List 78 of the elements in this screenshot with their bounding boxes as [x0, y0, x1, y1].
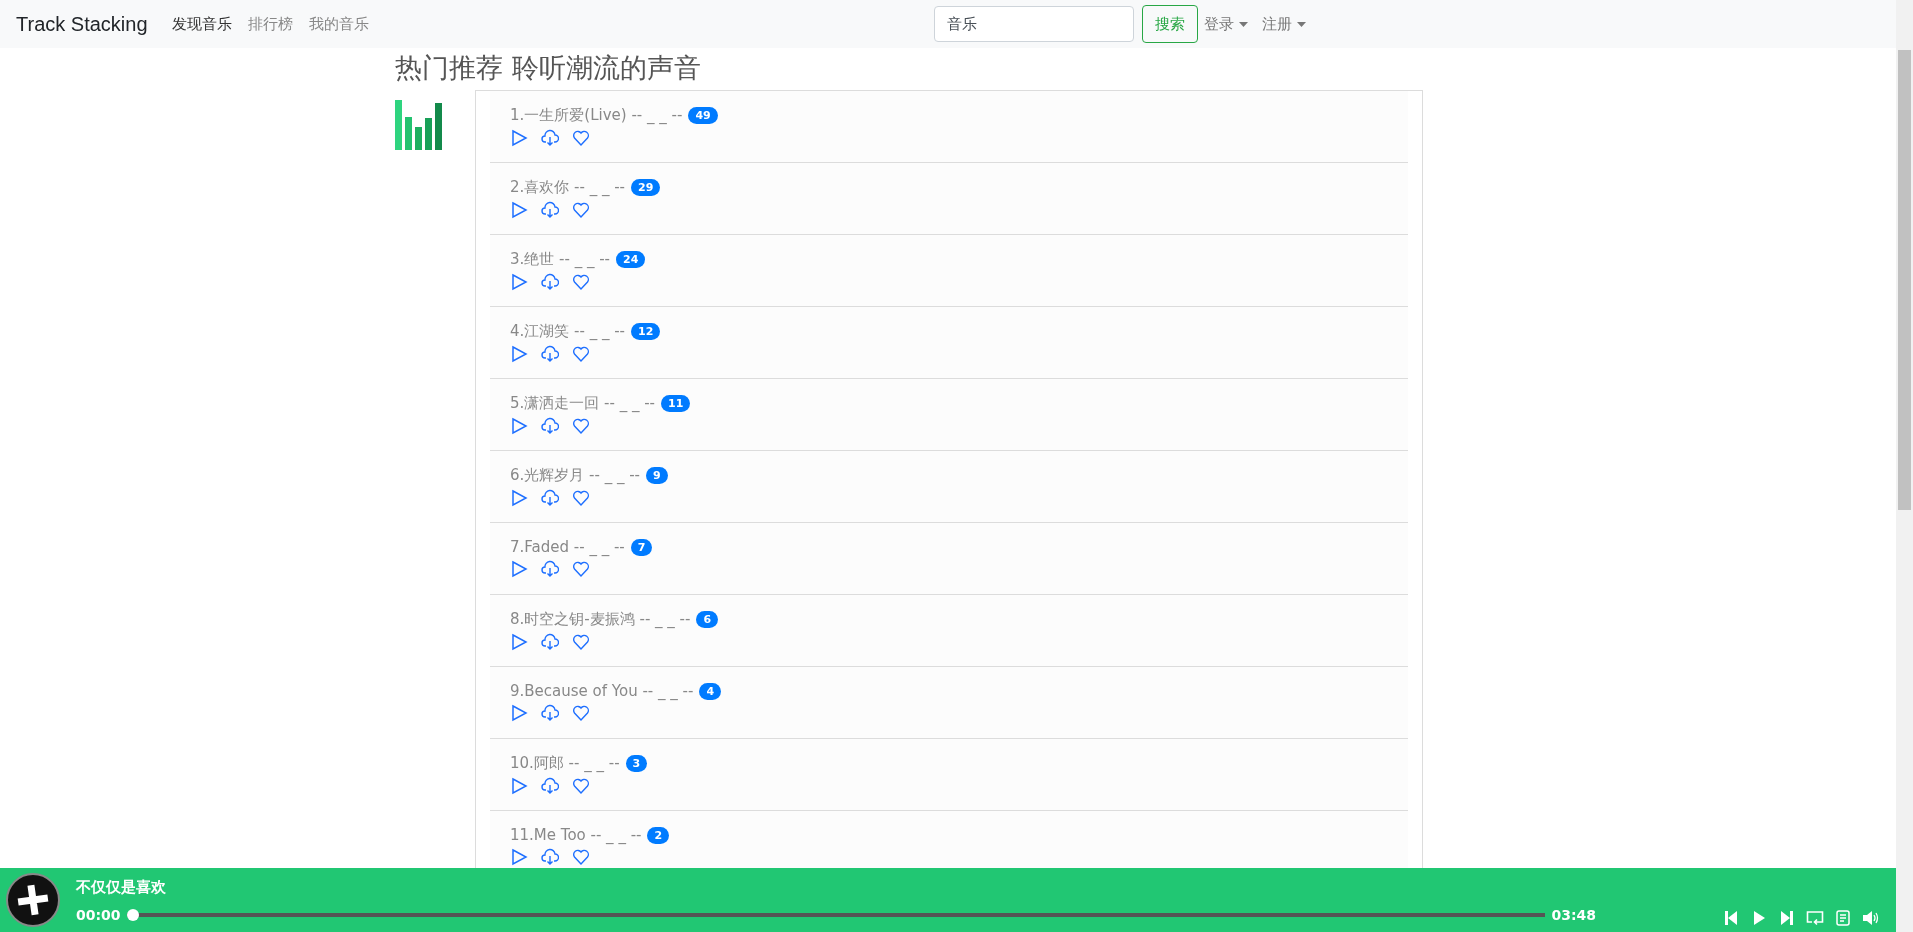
play-count-badge: 2: [647, 826, 670, 844]
caret-icon: [1297, 21, 1306, 27]
song-title[interactable]: 4.江湖笑 -- _ _ --: [510, 322, 626, 341]
song-title[interactable]: 8.时空之钥-麦振鸿 -- _ _ --: [510, 610, 691, 629]
song-title[interactable]: 3.绝世 -- _ _ --: [510, 250, 611, 269]
current-time: 00:00: [76, 906, 121, 923]
play-count-badge: 12: [631, 323, 661, 340]
repeat-icon[interactable]: [1806, 910, 1824, 926]
heart-icon[interactable]: [572, 129, 590, 147]
dropdown-menu[interactable]: 注册: [1262, 14, 1292, 34]
heart-icon[interactable]: [572, 273, 590, 291]
song-title[interactable]: 5.潇洒走一回 -- _ _ --: [510, 394, 656, 413]
play-icon[interactable]: [510, 273, 528, 291]
cloud-download-icon[interactable]: [541, 345, 559, 363]
heart-icon[interactable]: [572, 560, 590, 578]
play-icon[interactable]: [510, 704, 528, 722]
play-count-badge: 9: [646, 467, 668, 484]
cloud-download-icon[interactable]: [541, 489, 559, 507]
brand-title[interactable]: Track Stacking: [16, 12, 148, 36]
heart-icon[interactable]: [572, 777, 590, 795]
next-icon[interactable]: [1778, 910, 1796, 926]
duration-time: 03:48: [1551, 906, 1596, 923]
play-count-badge: 6: [696, 611, 719, 628]
cloud-download-icon[interactable]: [541, 201, 559, 219]
cloud-download-icon[interactable]: [541, 273, 559, 291]
scrollbar[interactable]: [1896, 0, 1913, 932]
cloud-download-icon[interactable]: [541, 129, 559, 147]
song-title[interactable]: 7.Faded -- _ _ --: [510, 538, 625, 556]
play-icon[interactable]: [510, 201, 528, 219]
heart-icon[interactable]: [572, 345, 590, 363]
play-icon[interactable]: [510, 777, 528, 795]
progress-thumb[interactable]: [126, 908, 139, 921]
nav-link[interactable]: 我的音乐: [308, 14, 369, 34]
song-title[interactable]: 2.喜欢你 -- _ _ --: [510, 178, 626, 197]
heart-icon[interactable]: [572, 417, 590, 435]
dropdown-menu[interactable]: 登录: [1204, 14, 1234, 34]
bar-chart-logo-icon: [395, 100, 443, 150]
song-title[interactable]: 1.一生所爱(Live) -- _ _ --: [510, 106, 683, 125]
search-field[interactable]: 音乐: [934, 6, 1134, 42]
song-title[interactable]: 9.Because of You -- _ _ --: [510, 682, 694, 700]
play-count-badge: 3: [625, 755, 648, 772]
heart-icon[interactable]: [572, 704, 590, 722]
nav-link[interactable]: 发现音乐: [171, 14, 232, 34]
play-count-badge: 49: [688, 107, 718, 124]
cloud-download-icon[interactable]: [541, 777, 559, 795]
heart-icon[interactable]: [572, 633, 590, 651]
play-icon[interactable]: [510, 633, 528, 651]
play-count-badge: 29: [631, 179, 661, 196]
play-count-badge: 7: [630, 538, 653, 556]
song-title: 不仅仅是喜欢: [76, 877, 167, 897]
song-title[interactable]: 11.Me Too -- _ _ --: [510, 826, 642, 844]
play-icon[interactable]: [510, 560, 528, 578]
play-icon[interactable]: [510, 848, 528, 866]
cloud-download-icon[interactable]: [541, 848, 559, 866]
play-icon[interactable]: [510, 345, 528, 363]
song-title[interactable]: 10.阿郎 -- _ _ --: [510, 754, 620, 773]
play-icon[interactable]: [510, 489, 528, 507]
cloud-download-icon[interactable]: [541, 560, 559, 578]
cloud-download-icon[interactable]: [541, 704, 559, 722]
cloud-download-icon[interactable]: [541, 633, 559, 651]
song-title[interactable]: 6.光辉岁月 -- _ _ --: [510, 466, 641, 485]
play-count-badge: 4: [699, 682, 722, 700]
heart-icon[interactable]: [572, 848, 590, 866]
heart-icon[interactable]: [572, 489, 590, 507]
play-icon[interactable]: [510, 129, 528, 147]
previous-icon[interactable]: [1722, 910, 1740, 926]
scrollbar-thumb[interactable]: [1898, 50, 1911, 510]
nav-link[interactable]: 排行榜: [247, 14, 293, 34]
play-count-badge: 24: [616, 251, 646, 268]
page-heading: 热门推荐 聆听潮流的声音: [395, 51, 702, 85]
search-button[interactable]: 搜索: [1142, 5, 1198, 43]
caret-icon: [1239, 21, 1248, 27]
play-icon[interactable]: [510, 417, 528, 435]
cloud-download-icon[interactable]: [541, 417, 559, 435]
disc-cover-icon: [6, 873, 60, 927]
heart-icon[interactable]: [572, 201, 590, 219]
play-count-badge: 11: [661, 395, 691, 412]
volume-icon[interactable]: [1862, 910, 1880, 926]
